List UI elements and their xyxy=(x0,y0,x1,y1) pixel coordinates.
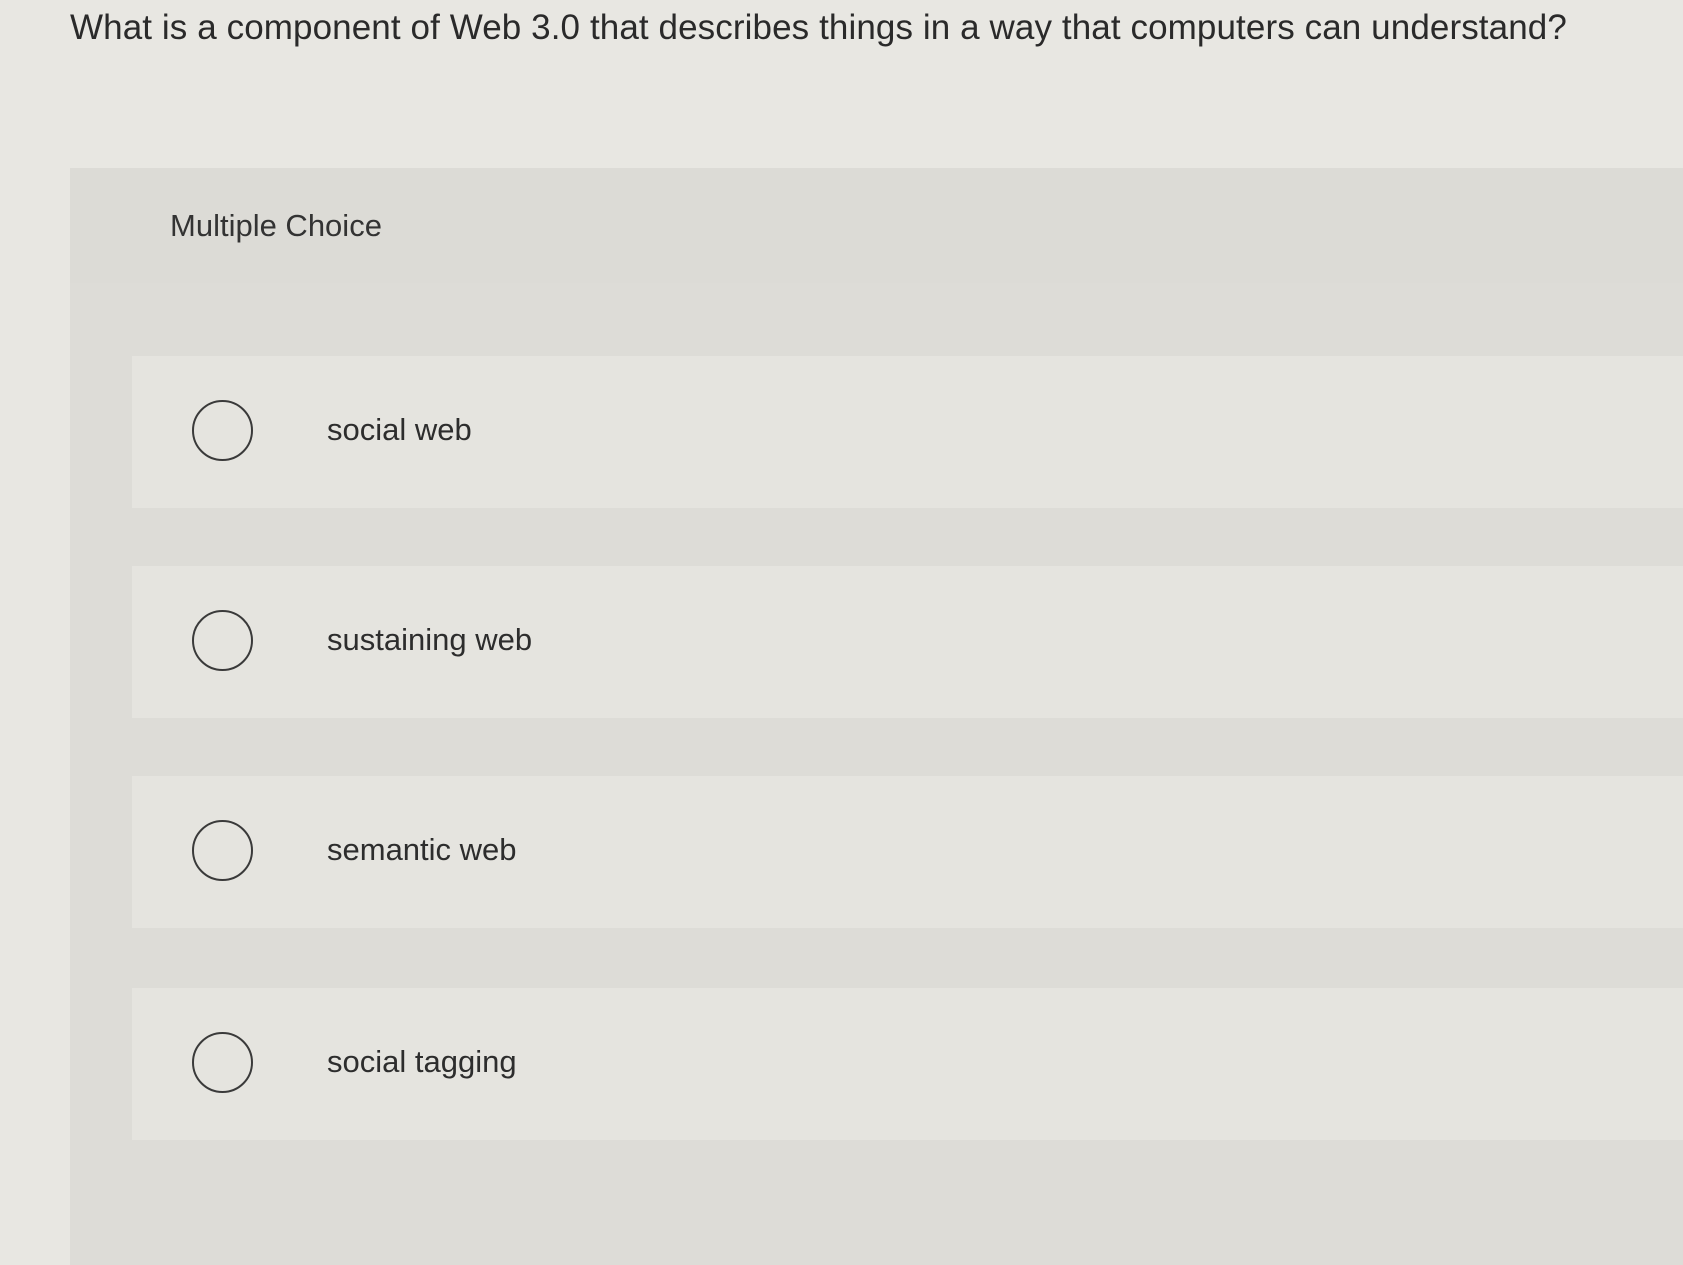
answer-option-label: social web xyxy=(327,412,472,447)
answer-option-label: sustaining web xyxy=(327,622,533,657)
answer-option-social-web[interactable]: social web xyxy=(132,356,1683,508)
panel-header: Multiple Choice xyxy=(70,168,1683,283)
answer-option-label: semantic web xyxy=(327,832,517,867)
radio-button-icon[interactable] xyxy=(192,820,253,881)
radio-button-icon[interactable] xyxy=(192,610,253,671)
multiple-choice-panel: Multiple Choice social web sustaining we… xyxy=(70,168,1683,1265)
question-type-label: Multiple Choice xyxy=(170,208,382,243)
answer-option-semantic-web[interactable]: semantic web xyxy=(132,776,1683,928)
answer-option-sustaining-web[interactable]: sustaining web xyxy=(132,566,1683,718)
answer-option-label: social tagging xyxy=(327,1044,517,1079)
radio-button-icon[interactable] xyxy=(192,400,253,461)
answer-option-social-tagging[interactable]: social tagging xyxy=(132,988,1683,1140)
question-text: What is a component of Web 3.0 that desc… xyxy=(70,8,1567,47)
radio-button-icon[interactable] xyxy=(192,1032,253,1093)
